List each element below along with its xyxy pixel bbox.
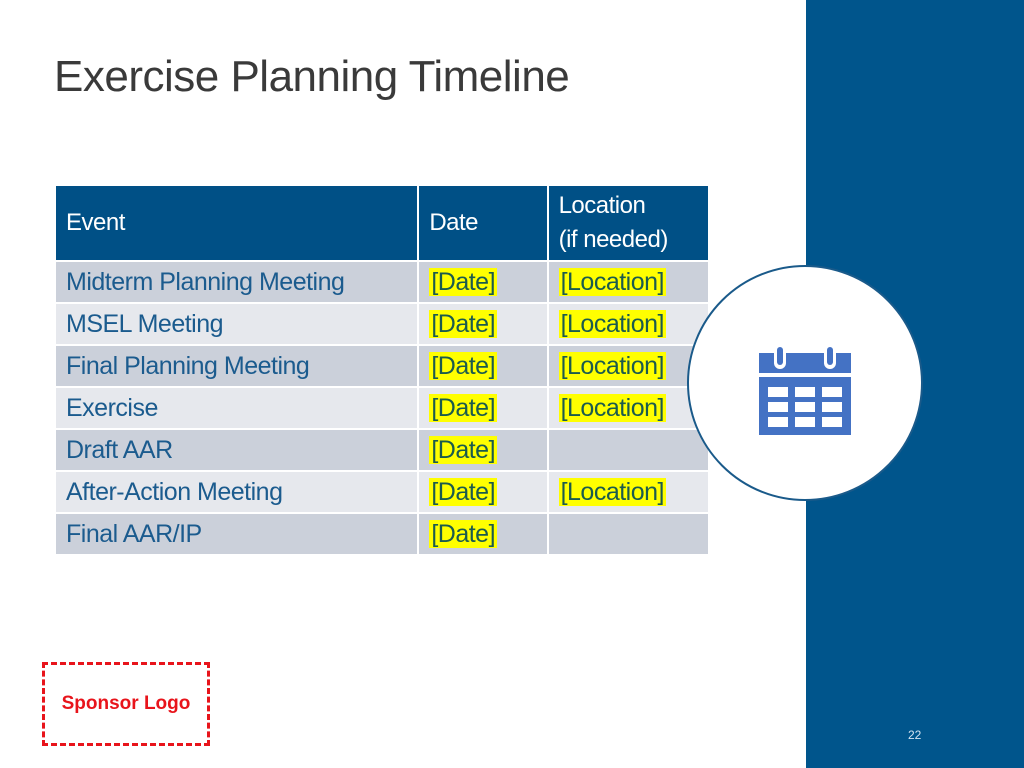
location-cell: [Location] (546, 386, 711, 430)
sponsor-logo-text: Sponsor Logo (61, 693, 191, 714)
event-cell: MSEL Meeting (53, 302, 420, 346)
page-number: 22 (908, 728, 922, 742)
header-location-line1: Location (558, 192, 646, 219)
event-cell: After-Action Meeting (53, 470, 420, 514)
location-cell: [Location] (546, 470, 711, 514)
header-location: Location (if needed) (546, 184, 711, 262)
event-cell: Midterm Planning Meeting (53, 260, 420, 304)
date-placeholder: [Date] (429, 309, 498, 338)
location-placeholder: [Location] (558, 393, 666, 422)
location-cell: [Location] (546, 344, 711, 388)
location-cell (546, 512, 711, 556)
location-placeholder: [Location] (558, 309, 666, 338)
location-placeholder: [Location] (558, 267, 666, 296)
timeline-table: Event Date Location (if needed) Midterm … (53, 184, 711, 556)
date-cell: [Date] (417, 260, 549, 304)
table-row: Midterm Planning Meeting [Date] [Locatio… (53, 260, 711, 304)
location-placeholder: [Location] (558, 351, 666, 380)
header-date: Date (417, 184, 549, 262)
location-cell: [Location] (546, 260, 711, 304)
sponsor-logo-placeholder: Sponsor Logo (42, 662, 210, 746)
header-event: Event (53, 184, 420, 262)
date-cell: [Date] (417, 470, 549, 514)
event-cell: Draft AAR (53, 428, 420, 472)
event-cell: Final AAR/IP (53, 512, 420, 556)
event-cell: Final Planning Meeting (53, 344, 420, 388)
table-row: Exercise [Date] [Location] (53, 386, 711, 430)
date-placeholder: [Date] (429, 519, 498, 548)
location-cell (546, 428, 711, 472)
table-row: Draft AAR [Date] (53, 428, 711, 472)
date-cell: [Date] (417, 302, 549, 346)
date-cell: [Date] (417, 428, 549, 472)
date-cell: [Date] (417, 386, 549, 430)
date-placeholder: [Date] (429, 267, 498, 296)
date-cell: [Date] (417, 512, 549, 556)
date-cell: [Date] (417, 344, 549, 388)
calendar-icon (759, 345, 851, 435)
location-placeholder: [Location] (558, 477, 666, 506)
date-placeholder: [Date] (429, 435, 498, 464)
header-location-line2: (if needed) (558, 226, 669, 253)
table-row: After-Action Meeting [Date] [Location] (53, 470, 711, 514)
table-row: Final AAR/IP [Date] (53, 512, 711, 556)
table-header-row: Event Date Location (if needed) (53, 184, 711, 262)
date-placeholder: [Date] (429, 393, 498, 422)
date-placeholder: [Date] (429, 351, 498, 380)
location-cell: [Location] (546, 302, 711, 346)
date-placeholder: [Date] (429, 477, 498, 506)
icon-circle (687, 265, 923, 501)
table-row: Final Planning Meeting [Date] [Location] (53, 344, 711, 388)
table-row: MSEL Meeting [Date] [Location] (53, 302, 711, 346)
event-cell: Exercise (53, 386, 420, 430)
slide-title: Exercise Planning Timeline (54, 52, 570, 101)
